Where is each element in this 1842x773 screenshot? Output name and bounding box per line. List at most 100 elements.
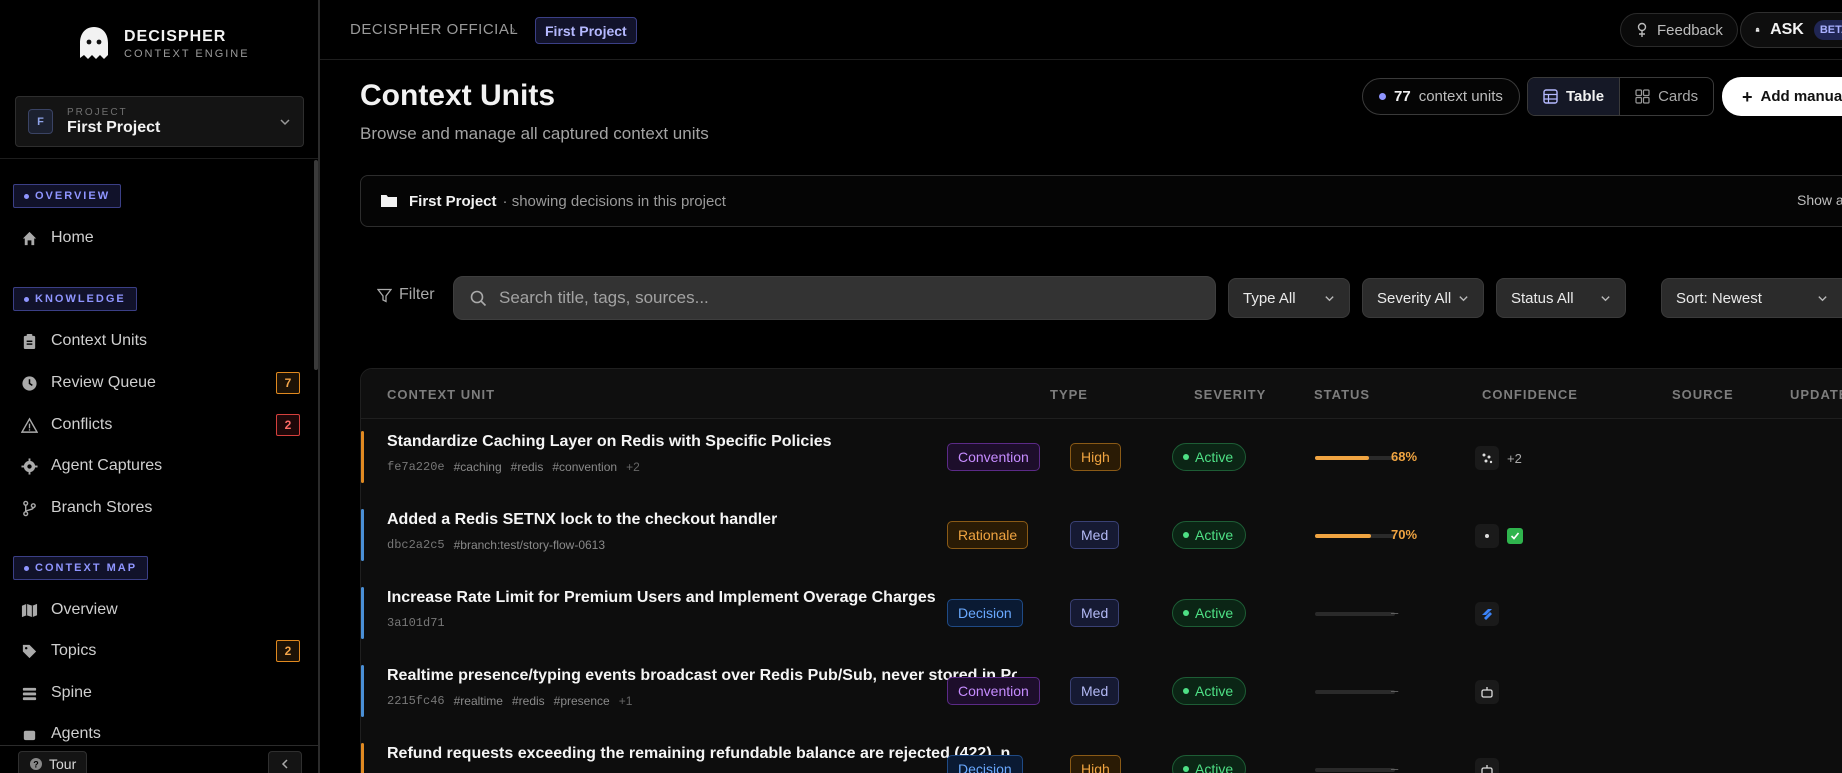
agent-source-icon[interactable] [1475, 758, 1499, 773]
source-cell [1475, 602, 1499, 626]
sidebar-item-branch-stores[interactable]: Branch Stores [20, 493, 300, 523]
table-icon [1543, 89, 1558, 104]
section-context-map: CONTEXT MAP [13, 556, 149, 580]
sidebar-item-context-units[interactable]: Context Units [20, 326, 300, 356]
source-cell [1475, 758, 1499, 773]
type-filter-dropdown[interactable]: Type All [1228, 278, 1350, 318]
page-subtitle: Browse and manage all captured context u… [360, 124, 709, 143]
home-icon [20, 229, 38, 247]
jira-source-icon[interactable] [1475, 602, 1499, 626]
search-icon [470, 290, 487, 306]
more-tags-count: +2 [626, 460, 640, 474]
severity-badge: High [1070, 755, 1121, 773]
cards-view-label: Cards [1658, 88, 1699, 105]
show-all-link[interactable]: Show all [1797, 192, 1842, 208]
map-icon [20, 601, 38, 619]
brand-logo[interactable]: DECISPHER CONTEXT ENGINE [74, 24, 250, 64]
brand-name: DECISPHER [124, 28, 227, 45]
status-badge: Active [1172, 521, 1247, 549]
table-row[interactable]: Realtime presence/typing events broadcas… [361, 653, 1842, 729]
tag-chip[interactable]: #caching [454, 460, 502, 474]
context-unit-title[interactable]: Refund requests exceeding the remaining … [387, 745, 1017, 763]
table-view-button[interactable]: Table [1528, 78, 1621, 115]
clipboard-icon [20, 332, 38, 350]
sidebar-item-conflicts[interactable]: Conflicts 2 [20, 410, 300, 440]
sidebar-item-label: Topics [51, 642, 97, 659]
table-row[interactable]: Standardize Caching Layer on Redis with … [361, 419, 1842, 495]
tag-chip[interactable]: #redis [512, 694, 545, 708]
agent-source-icon[interactable] [1475, 680, 1499, 704]
dot-source-icon[interactable] [1475, 524, 1499, 548]
column-header-context-unit[interactable]: CONTEXT UNIT [387, 387, 495, 402]
cards-view-button[interactable]: Cards [1620, 78, 1713, 115]
tag-chip[interactable]: #presence [554, 694, 610, 708]
add-manual-button[interactable]: + Add manual [1722, 77, 1842, 116]
type-badge: Decision [947, 755, 1023, 773]
status-badge: Active [1172, 443, 1247, 471]
context-unit-title[interactable]: Standardize Caching Layer on Redis with … [387, 433, 832, 451]
table-row[interactable]: Increase Rate Limit for Premium Users an… [361, 575, 1842, 651]
filter-button[interactable]: Filter [377, 286, 435, 304]
tour-label: Tour [49, 756, 77, 772]
check-source-icon [1507, 528, 1523, 544]
column-header-updated[interactable]: UPDATED [1790, 387, 1842, 402]
context-unit-meta: dbc2a2c5 #branch:test/story-flow-0613 [387, 538, 605, 552]
sidebar-scrollbar[interactable] [314, 160, 318, 370]
column-header-type[interactable]: TYPE [1050, 387, 1088, 402]
sidebar-item-spine[interactable]: Spine [20, 678, 300, 708]
list-icon [20, 684, 38, 702]
feedback-label: Feedback [1657, 21, 1723, 39]
context-unit-meta: 2215fc46 #realtime #redis #presence +1 [387, 694, 632, 708]
sort-dropdown[interactable]: Sort: Newest [1661, 278, 1842, 318]
grid-icon [1635, 89, 1650, 104]
column-header-source[interactable]: SOURCE [1672, 387, 1734, 402]
add-manual-label: Add manual [1760, 88, 1842, 105]
row-accent-bar [361, 431, 364, 483]
confidence-bar [1315, 612, 1395, 616]
search-input[interactable] [499, 288, 1199, 308]
sidebar-divider [0, 158, 318, 159]
breadcrumb-separator-icon: › [511, 21, 516, 37]
context-unit-title[interactable]: Realtime presence/typing events broadcas… [387, 667, 1017, 685]
more-tags-count: +1 [618, 694, 633, 708]
status-dot-icon [1183, 454, 1189, 460]
project-avatar: F [28, 109, 53, 134]
breadcrumb-current[interactable]: First Project [535, 17, 637, 44]
source-cell: +2 [1475, 446, 1522, 470]
status-filter-dropdown[interactable]: Status All [1496, 278, 1626, 318]
ask-button[interactable]: ASK BETA [1740, 12, 1842, 48]
status-label: Active [1195, 761, 1234, 773]
tag-chip[interactable]: #redis [511, 460, 544, 474]
severity-badge: High [1070, 443, 1121, 471]
collapse-sidebar-button[interactable] [268, 751, 302, 773]
status-dot-icon [1183, 610, 1189, 616]
beta-badge: BETA [1813, 20, 1842, 40]
sidebar-item-review-queue[interactable]: Review Queue 7 [20, 368, 300, 398]
column-header-severity[interactable]: SEVERITY [1194, 387, 1266, 402]
table-row[interactable]: Added a Redis SETNX lock to the checkout… [361, 497, 1842, 573]
table-row[interactable]: Refund requests exceeding the remaining … [361, 731, 1842, 773]
sidebar-item-map-overview[interactable]: Overview [20, 595, 300, 625]
sidebar-item-topics[interactable]: Topics 2 [20, 636, 300, 666]
context-unit-title[interactable]: Increase Rate Limit for Premium Users an… [387, 589, 936, 607]
tour-button[interactable]: ? Tour [18, 751, 88, 773]
tag-chip[interactable]: #branch:test/story-flow-0613 [454, 538, 605, 552]
status-label: Active [1195, 449, 1234, 465]
severity-filter-dropdown[interactable]: Severity All [1362, 278, 1484, 318]
tag-chip[interactable]: #realtime [454, 694, 503, 708]
column-header-confidence[interactable]: CONFIDENCE [1482, 387, 1578, 402]
feedback-button[interactable]: Feedback [1620, 13, 1738, 47]
source-cell [1475, 524, 1523, 548]
status-dot-icon [1183, 766, 1189, 772]
severity-badge: Med [1070, 599, 1120, 627]
sparkle-source-icon[interactable] [1475, 446, 1499, 470]
context-unit-title[interactable]: Added a Redis SETNX lock to the checkout… [387, 511, 777, 529]
column-header-status[interactable]: STATUS [1314, 387, 1370, 402]
project-selector[interactable]: F PROJECT First Project [15, 96, 304, 147]
breadcrumb-root[interactable]: DECISPHER OFFICIAL [350, 21, 518, 38]
row-accent-bar [361, 509, 364, 561]
sidebar-item-agent-captures[interactable]: Agent Captures [20, 451, 300, 481]
sidebar-item-home[interactable]: Home [20, 223, 300, 253]
status-dot-icon [1183, 532, 1189, 538]
tag-chip[interactable]: #convention [552, 460, 617, 474]
